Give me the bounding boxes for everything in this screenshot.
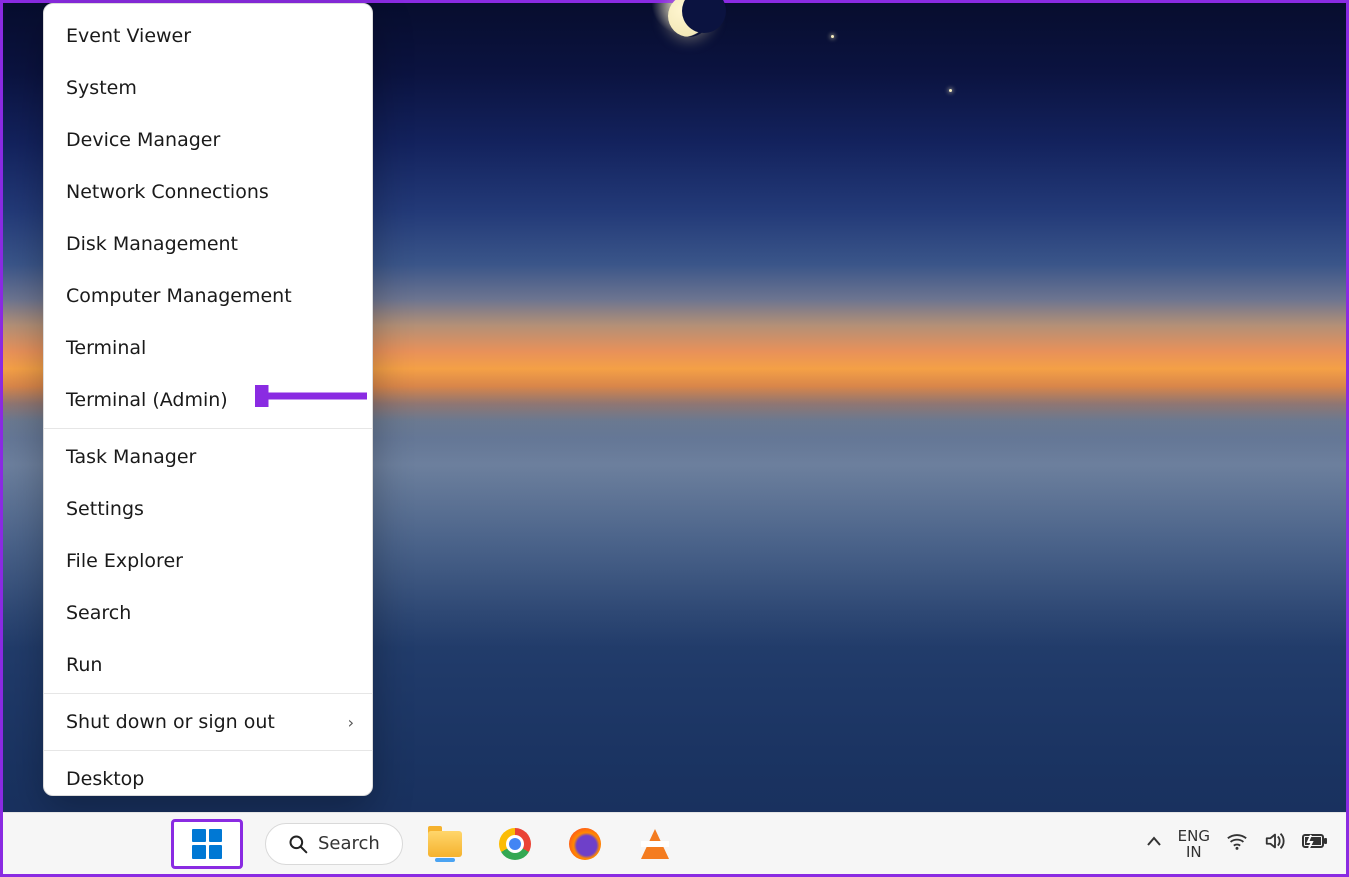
vlc-icon: [641, 829, 669, 859]
menu-item-disk-management[interactable]: Disk Management: [44, 218, 372, 270]
chevron-right-icon: ›: [348, 713, 354, 732]
windows-logo-icon: [192, 829, 222, 859]
battery-icon: [1302, 832, 1328, 850]
menu-item-desktop[interactable]: Desktop: [44, 753, 372, 805]
star-graphic: [949, 89, 952, 92]
speaker-icon: [1264, 831, 1286, 851]
menu-item-event-viewer[interactable]: Event Viewer: [44, 10, 372, 62]
taskbar-search-label: Search: [318, 833, 380, 854]
language-indicator[interactable]: ENG IN: [1178, 828, 1210, 860]
menu-separator: [44, 750, 372, 751]
chevron-up-icon: [1146, 834, 1162, 850]
star-graphic: [831, 35, 834, 38]
chrome-taskbar[interactable]: [495, 824, 535, 864]
start-button[interactable]: [171, 819, 243, 869]
taskbar-search-button[interactable]: Search: [265, 823, 403, 865]
taskbar-pinned-apps: [425, 824, 675, 864]
menu-item-task-manager[interactable]: Task Manager: [44, 431, 372, 483]
file-explorer-taskbar[interactable]: [425, 824, 465, 864]
menu-item-search[interactable]: Search: [44, 587, 372, 639]
file-explorer-icon: [428, 831, 462, 857]
volume-button[interactable]: [1264, 831, 1286, 856]
menu-item-device-manager[interactable]: Device Manager: [44, 114, 372, 166]
menu-item-system[interactable]: System: [44, 62, 372, 114]
menu-item-computer-management[interactable]: Computer Management: [44, 270, 372, 322]
language-line1: ENG: [1178, 828, 1210, 844]
firefox-icon: [569, 828, 601, 860]
wifi-button[interactable]: [1226, 831, 1248, 856]
language-line2: IN: [1178, 844, 1210, 860]
menu-item-network-connections[interactable]: Network Connections: [44, 166, 372, 218]
menu-item-run[interactable]: Run: [44, 639, 372, 691]
moon-graphic: [668, 0, 710, 37]
menu-separator: [44, 693, 372, 694]
vlc-taskbar[interactable]: [635, 824, 675, 864]
winx-context-menu: Event ViewerSystemDevice ManagerNetwork …: [43, 3, 373, 796]
tray-overflow-button[interactable]: [1146, 834, 1162, 854]
menu-item-file-explorer[interactable]: File Explorer: [44, 535, 372, 587]
wifi-icon: [1226, 831, 1248, 851]
firefox-taskbar[interactable]: [565, 824, 605, 864]
chrome-icon: [499, 828, 531, 860]
menu-item-terminal[interactable]: Terminal: [44, 322, 372, 374]
taskbar: Search: [3, 812, 1346, 874]
menu-item-settings[interactable]: Settings: [44, 483, 372, 535]
menu-separator: [44, 428, 372, 429]
menu-item-terminal-admin[interactable]: Terminal (Admin): [44, 374, 372, 426]
search-icon: [288, 834, 308, 854]
system-tray: ENG IN: [1146, 828, 1346, 860]
battery-button[interactable]: [1302, 832, 1328, 855]
menu-item-shut-down-or-sign-out[interactable]: Shut down or sign out›: [44, 696, 372, 748]
